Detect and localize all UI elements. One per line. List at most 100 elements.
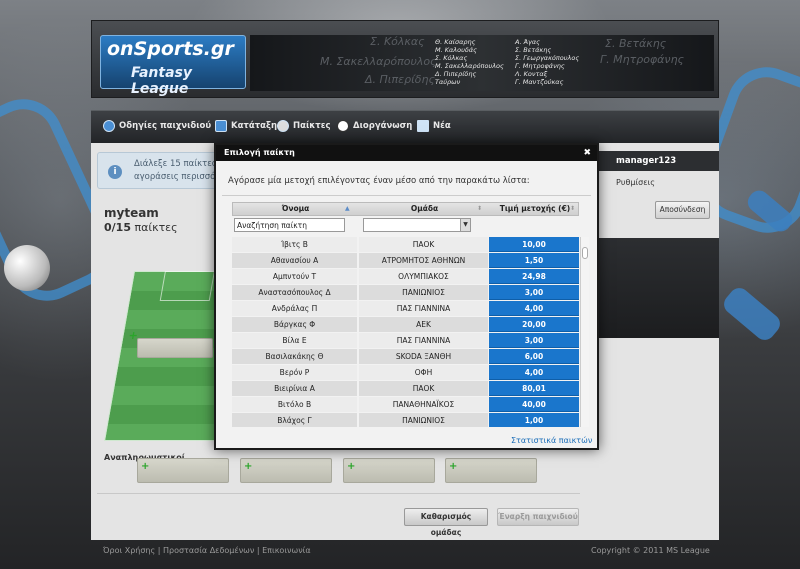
nav-item-competition[interactable]: Διοργάνωση (337, 120, 412, 132)
table-row[interactable]: Βιειρίνια Α ΠΑΟΚ 80,01 (232, 381, 581, 396)
team-cell: ΑΤΡΟΜΗΤΟΣ ΑΘΗΝΩΝ (359, 253, 488, 268)
team-filter-select[interactable]: ▼ (363, 218, 471, 232)
add-icon: + (347, 461, 356, 472)
close-icon[interactable]: ✖ (583, 145, 591, 161)
nav-item-players[interactable]: Παίκτες (277, 120, 331, 132)
banner-player-name: Σ. Γεωργακόπουλος (515, 54, 580, 62)
player-slot[interactable] (137, 338, 213, 358)
banner-player-name: Λ. Κονταξ (515, 70, 548, 78)
modal-title: Επιλογή παίκτη ✖ (216, 145, 597, 161)
side-banner (596, 238, 719, 338)
table-body: Ίβιτς Β ΠΑΟΚ 10,00 Αθανασίου Α ΑΤΡΟΜΗΤΟΣ ΑΘΗ… (232, 237, 581, 427)
sort-asc-icon[interactable]: ▲ (345, 205, 350, 212)
substitute-slot[interactable]: + (343, 458, 435, 483)
table-row[interactable]: Αθανασίου Α ΑΤΡΟΜΗΤΟΣ ΑΘΗΝΩΝ 1,50 (232, 253, 581, 268)
nav-item-news[interactable]: Νέα (417, 120, 451, 132)
team-cell: ΠΑΣ ΓΙΑΝΝΙΝΑ (359, 333, 488, 348)
team-cell: ΠΑΟΚ (359, 237, 488, 252)
add-icon: + (449, 461, 458, 472)
ranking-icon (215, 120, 227, 132)
username-bar: manager123 (596, 151, 719, 171)
pitch-box (159, 271, 215, 301)
divider (97, 493, 580, 494)
football-decoration (4, 245, 50, 291)
logo-text-top: onSports.gr (107, 38, 234, 60)
nav-item-label: Διοργάνωση (353, 121, 413, 131)
table-row[interactable]: Βερόν Ρ ΟΦΗ 4,00 (232, 365, 581, 380)
column-header-price[interactable]: Τιμή μετοχής (€) (490, 203, 580, 215)
modal-title-text: Επιλογή παίκτη (224, 148, 295, 157)
team-cell: ΠΑΟΚ (359, 381, 488, 396)
nav-item-ranking[interactable]: Κατάταξη (215, 120, 277, 132)
team-cell: ΟΛΥΜΠΙΑΚΟΣ (359, 269, 488, 284)
substitute-slot[interactable]: + (240, 458, 332, 483)
table-row[interactable]: Βιτόλο Β ΠΑΝΑΘΗΝΑΪΚΟΣ 40,00 (232, 397, 581, 412)
player-name-cell: Ίβιτς Β (232, 237, 357, 252)
column-header-name[interactable]: Όνομα (233, 203, 358, 215)
sort-icon[interactable]: ⬍ (570, 205, 575, 212)
banner-player-name: Γ. Μητροφάνης (515, 62, 565, 70)
team-cell: ΠΑΝΙΩΝΙΟΣ (359, 413, 488, 427)
team-player-count: 0/15 παίκτες (104, 221, 178, 234)
team-name: myteam (104, 206, 159, 220)
price-cell[interactable]: 80,01 (489, 381, 579, 396)
team-cell: ΠΑΣ ΓΙΑΝΝΙΝΑ (359, 301, 488, 316)
banner-ghost-text: Σ. Κόλκας (370, 35, 425, 48)
table-row[interactable]: Βασιλακάκης Θ SKODA ΞΑΝΘΗ 6,00 (232, 349, 581, 364)
banner-ghost-text: Δ. Πιπερίδης (365, 73, 435, 86)
player-name-cell: Αθανασίου Α (232, 253, 357, 268)
price-cell[interactable]: 4,00 (489, 301, 579, 316)
site-logo[interactable]: onSports.gr Fantasy League (100, 35, 246, 97)
nav-item-instructions[interactable]: Οδηγίες παιχνιδιού (103, 120, 211, 132)
banner-player-name: Σ. Κόλκας (435, 54, 468, 62)
price-cell[interactable]: 24,98 (489, 269, 579, 284)
substitute-slot[interactable]: + (137, 458, 229, 483)
price-cell[interactable]: 1,00 (489, 413, 579, 427)
clear-team-button[interactable]: Καθαρισμός ομάδας (404, 508, 488, 537)
price-cell[interactable]: 40,00 (489, 397, 579, 412)
banner-player-name: Μ. Καλουδάς (435, 46, 477, 54)
table-row[interactable]: Ίβιτς Β ΠΑΟΚ 10,00 (232, 237, 581, 252)
logo-text-bottom: Fantasy League (131, 65, 192, 97)
table-header: Όνομα ▲ Ομάδα ⬍ Τιμή μετοχής (€) ⬍ (232, 202, 579, 216)
player-name-cell: Βασιλακάκης Θ (232, 349, 357, 364)
table-row[interactable]: Αμπντούν Τ ΟΛΥΜΠΙΑΚΟΣ 24,98 (232, 269, 581, 284)
player-name-cell: Αμπντούν Τ (232, 269, 357, 284)
sort-icon[interactable]: ⬍ (477, 205, 482, 212)
banner-ghost-text: Σ. Βετάκης (605, 37, 667, 50)
table-row[interactable]: Αναστασόπουλος Δ ΠΑΝΙΩΝΙΟΣ 3,00 (232, 285, 581, 300)
price-cell[interactable]: 3,00 (489, 285, 579, 300)
price-cell[interactable]: 6,00 (489, 349, 579, 364)
banner-player-list-2: Α. Άγας Σ. Βετάκης Σ. Γεωργακόπουλος Γ. … (515, 38, 579, 86)
player-stats-link[interactable]: Στατιστικά παικτών (511, 436, 592, 445)
price-cell[interactable]: 10,00 (489, 237, 579, 252)
nav-item-label: Οδηγίες παιχνιδιού (119, 121, 212, 131)
team-cell: ΟΦΗ (359, 365, 488, 380)
team-count-value: 0/15 (104, 221, 131, 234)
column-header-team[interactable]: Ομάδα (360, 203, 489, 215)
price-cell[interactable]: 4,00 (489, 365, 579, 380)
price-cell[interactable]: 1,50 (489, 253, 579, 268)
nav-item-label: Νέα (433, 121, 451, 131)
scrollbar-thumb[interactable] (582, 247, 588, 259)
start-game-button[interactable]: Έναρξη παιχνιδιού (497, 508, 579, 526)
header-player-banner: Σ. Κόλκας Μ. Σακελλαρόπουλος Δ. Πιπερίδη… (250, 35, 714, 91)
logout-button[interactable]: Αποσύνδεση (655, 201, 710, 219)
table-row[interactable]: Ανδράλας Π ΠΑΣ ΓΙΑΝΝΙΝΑ 4,00 (232, 301, 581, 316)
table-row[interactable]: Βίλα Ε ΠΑΣ ΓΙΑΝΝΙΝΑ 3,00 (232, 333, 581, 348)
table-row[interactable]: Βάργκας Φ ΑΕΚ 20,00 (232, 317, 581, 332)
player-name-cell: Βιτόλο Β (232, 397, 357, 412)
banner-player-name: Α. Άγας (515, 38, 540, 46)
add-player-slot[interactable]: + (127, 329, 139, 342)
table-row[interactable]: Βλάχος Γ ΠΑΝΙΩΝΙΟΣ 1,00 (232, 413, 581, 427)
footer-links[interactable]: Όροι Χρήσης | Προστασία Δεδομένων | Επικ… (103, 546, 311, 555)
settings-link[interactable]: Ρυθμίσεις (616, 178, 655, 187)
price-cell[interactable]: 20,00 (489, 317, 579, 332)
scrollbar[interactable] (580, 237, 589, 427)
user-panel: manager123 Ρυθμίσεις Αποσύνδεση (596, 143, 719, 221)
search-input[interactable] (234, 218, 345, 232)
price-cell[interactable]: 3,00 (489, 333, 579, 348)
substitute-slot[interactable]: + (445, 458, 537, 483)
player-name-cell: Βλάχος Γ (232, 413, 357, 427)
player-select-modal: Επιλογή παίκτη ✖ Αγόρασε μία μετοχή επιλ… (214, 143, 599, 450)
